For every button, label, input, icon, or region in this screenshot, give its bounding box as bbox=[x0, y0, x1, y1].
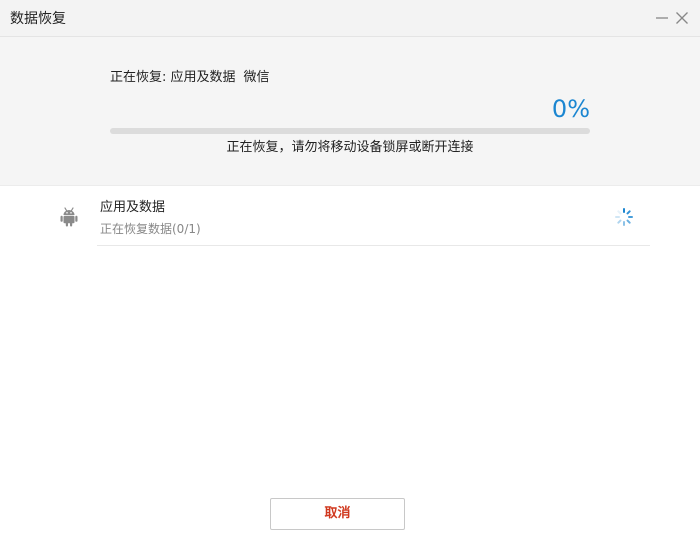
restore-app-name: 微信 bbox=[243, 70, 270, 85]
loading-spinner-icon bbox=[615, 208, 633, 226]
close-icon[interactable] bbox=[673, 9, 691, 27]
title-bar: 数据恢复 bbox=[0, 0, 700, 37]
warning-message: 正在恢复，请勿将移动设备锁屏或断开连接 bbox=[226, 140, 474, 155]
progress-bar bbox=[110, 128, 590, 134]
cancel-button[interactable]: 取消 bbox=[270, 498, 405, 530]
minimize-icon[interactable] bbox=[653, 9, 671, 27]
window-title: 数据恢复 bbox=[10, 11, 66, 27]
progress-panel: 正在恢复: 应用及数据 微信 0% 正在恢复，请勿将移动设备锁屏或断开连接 bbox=[0, 37, 700, 186]
progress-percent: 0% bbox=[551, 95, 590, 123]
item-status: 正在恢复数据(0/1) bbox=[100, 222, 201, 236]
item-title: 应用及数据 bbox=[100, 200, 166, 215]
list-item: 应用及数据 正在恢复数据(0/1) bbox=[0, 186, 700, 247]
restore-window: 数据恢复 正在恢复: 应用及数据 微信 0% 正在恢复，请勿将移动设备锁屏或断开连… bbox=[0, 0, 700, 560]
restore-status-line: 正在恢复: 应用及数据 微信 bbox=[110, 69, 270, 87]
android-icon bbox=[60, 207, 78, 227]
restore-status-text: 正在恢复: 应用及数据 bbox=[110, 70, 236, 85]
item-divider bbox=[97, 245, 650, 246]
